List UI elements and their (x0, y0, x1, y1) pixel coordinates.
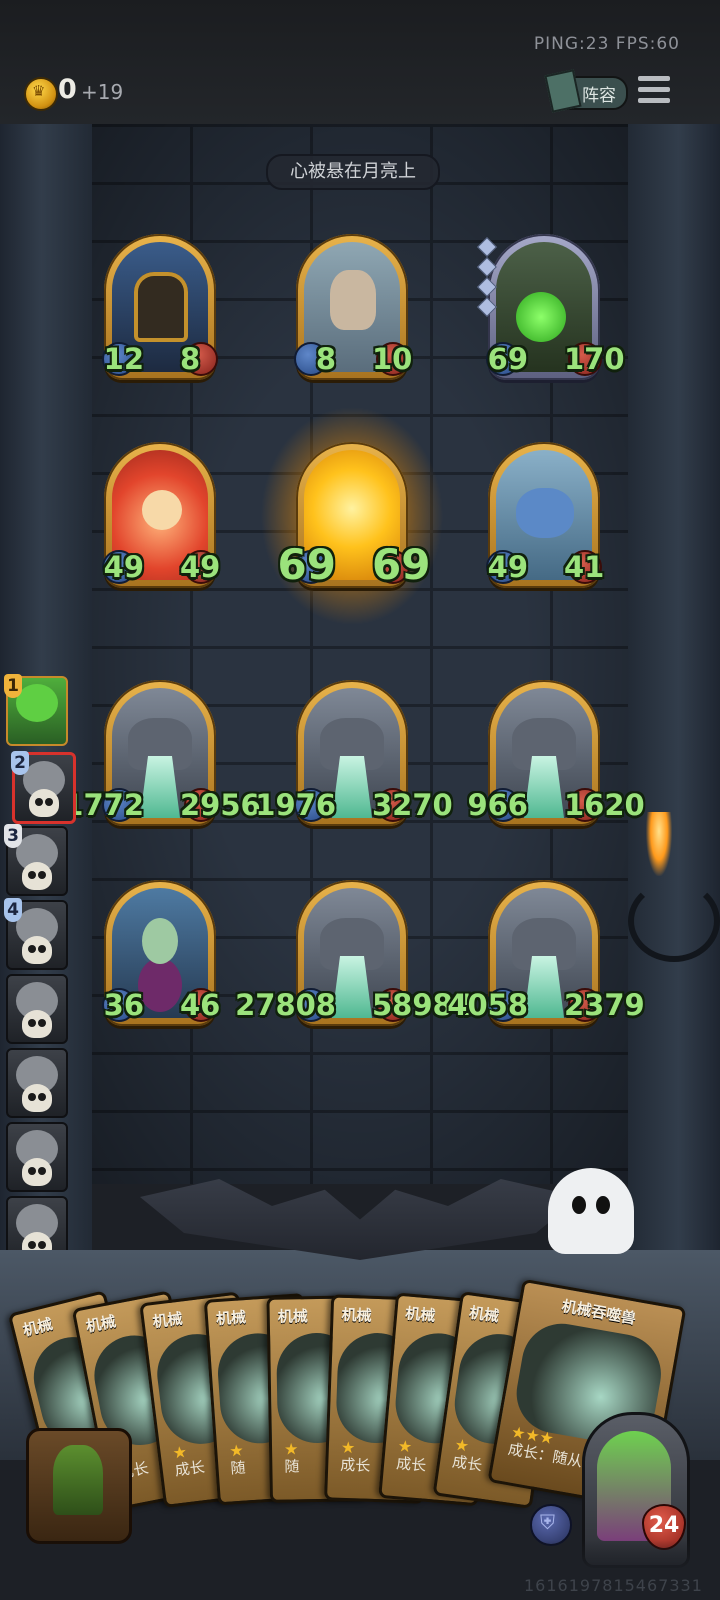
minion-attack: 69 (277, 540, 336, 589)
minion-golden[interactable]: 69 69 (260, 406, 444, 626)
player-rank: 2 (11, 751, 29, 775)
minion-attack: 966 (467, 788, 528, 822)
minion-health: 2956 (180, 788, 261, 822)
player-slot-3[interactable]: 3 (4, 824, 68, 896)
minion-attack: 4058 (447, 988, 528, 1022)
player-slot-6[interactable] (6, 1048, 68, 1118)
torch-flame-icon (646, 812, 672, 876)
minion-health: 8 (180, 342, 201, 376)
minion-mech-devourer[interactable]: 27808 58984 (235, 880, 473, 1032)
minion-health: 170 (564, 342, 625, 376)
minion-attack: 49 (487, 550, 528, 584)
card-text: 成长 (173, 1457, 206, 1480)
card-title: 机械 (468, 1303, 501, 1326)
lineup-button[interactable]: 阵容 (544, 69, 628, 113)
minion-attack: 8 (315, 342, 336, 376)
minion-mech-devourer[interactable]: 1976 3270 (255, 680, 453, 832)
minion-health: 3270 (372, 788, 453, 822)
minion-elf-witch[interactable]: 36 46 (102, 880, 220, 1032)
card-title: 机械 (341, 1305, 372, 1325)
crown-coin-icon: ♛ (24, 77, 58, 111)
card-title: 机械 (84, 1312, 118, 1336)
minion-attack: 12 (103, 342, 144, 376)
card-title: 机械 (151, 1309, 184, 1332)
minion-attack: 27808 (235, 988, 336, 1022)
minion-health: 49 (180, 550, 221, 584)
card-text: 成长 (451, 1452, 484, 1475)
minion-attack: 49 (103, 550, 144, 584)
minion-red-dragonling[interactable]: 49 49 (102, 442, 220, 594)
card-title: 机械 (20, 1314, 55, 1340)
skull-icon (22, 936, 52, 964)
lineup-button-label: 阵容 (582, 86, 616, 106)
player-list: 1 2 3 4 (0, 668, 76, 1268)
minion-owl-beast[interactable]: 8 10 (294, 234, 412, 386)
hero-power-button[interactable] (26, 1428, 132, 1544)
player-rank: 4 (4, 898, 22, 922)
player-rank: 1 (4, 674, 22, 698)
hamburger-menu-icon[interactable] (638, 76, 670, 104)
minion-mech-devourer[interactable]: 1772 2956 (63, 680, 261, 832)
minion-blue-dragonling[interactable]: 49 41 (486, 442, 604, 594)
gold-count: 0 (58, 74, 77, 105)
player-slot-7[interactable] (6, 1122, 68, 1192)
card-title: 机械 (277, 1307, 308, 1326)
skull-icon (22, 1084, 52, 1112)
ghost-mascot-icon[interactable] (548, 1168, 634, 1254)
minion-health: 1620 (564, 788, 645, 822)
minion-attack: 36 (103, 988, 144, 1022)
skull-icon (22, 1158, 52, 1186)
player-rank: 3 (4, 824, 22, 848)
torch-holder (628, 880, 720, 962)
player-slot-4[interactable]: 4 (4, 898, 68, 970)
skull-icon (22, 1010, 52, 1038)
skull-icon (29, 789, 59, 817)
minion-attack: 69 (487, 342, 528, 376)
minion-knight[interactable]: 12 8 (102, 234, 218, 386)
book-icon (544, 69, 582, 113)
player-slot-1[interactable]: 1 (4, 674, 68, 746)
minion-health: 46 (180, 988, 221, 1022)
ghost-eye (596, 1196, 610, 1214)
minion-attack: 1976 (255, 788, 336, 822)
minion-health: 2379 (564, 988, 645, 1022)
tier-gems-icon (477, 237, 497, 320)
top-bar: PING:23 FPS:60 ♛ 0 +19 阵容 (0, 0, 720, 126)
player-slot-2[interactable]: 2 (11, 751, 76, 824)
hero-power-portrait (53, 1445, 103, 1515)
card-title: 机械吞噬兽 (560, 1297, 638, 1328)
quest-banner-text: 心被悬在月亮上 (290, 161, 416, 182)
quest-banner: 心被悬在月亮上 (266, 154, 440, 190)
minion-mech-devourer[interactable]: 966 1620 (467, 680, 645, 832)
minion-mech-devourer[interactable]: 4058 2379 (447, 880, 645, 1032)
shield-glyph: ⛨ (540, 1510, 555, 1534)
skull-icon (22, 862, 52, 890)
player-portrait (16, 684, 58, 722)
card-text: 随 (284, 1457, 300, 1476)
card-title: 机械 (215, 1308, 247, 1329)
minion-green-dragon[interactable]: 69 170 (477, 234, 625, 386)
player-slot-5[interactable] (6, 974, 68, 1044)
right-pillar (628, 124, 720, 1304)
game-id: 1616197815467331 (524, 1576, 703, 1595)
card-text: 成长 (395, 1454, 427, 1475)
card-title: 机械 (404, 1304, 437, 1325)
minion-health: 69 (372, 540, 431, 589)
gold-income: +19 (81, 80, 124, 104)
minion-health: 41 (564, 550, 605, 584)
card-text: 随 (229, 1458, 247, 1478)
card-text: 成长 (339, 1455, 371, 1475)
minion-health: 10 (372, 342, 413, 376)
crown-icon: ♛ (32, 82, 46, 100)
ping-fps-readout: PING:23 FPS:60 (533, 34, 680, 54)
ghost-eye (572, 1196, 586, 1214)
